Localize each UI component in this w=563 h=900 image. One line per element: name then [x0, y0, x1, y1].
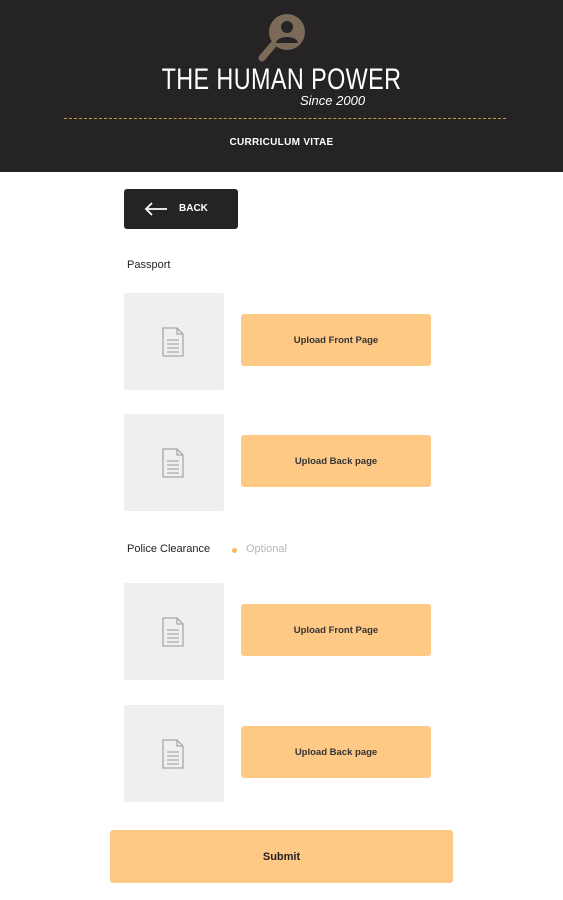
optional-label: Optional — [246, 543, 287, 555]
police-upload-front-button[interactable]: Upload Front Page — [241, 604, 431, 656]
magnifier-person-icon — [258, 14, 305, 62]
passport-back-preview — [124, 414, 224, 511]
document-icon — [162, 617, 184, 647]
brand-name: THE HUMAN POWER — [161, 63, 402, 96]
police-front-preview — [124, 583, 224, 680]
header-divider — [64, 118, 506, 119]
police-back-preview — [124, 705, 224, 802]
passport-upload-front-button[interactable]: Upload Front Page — [241, 314, 431, 366]
police-clearance-label: Police Clearance — [127, 543, 211, 555]
police-upload-back-button[interactable]: Upload Back page — [241, 726, 431, 778]
arrow-left-icon — [144, 202, 167, 216]
optional-dot — [232, 548, 237, 553]
brand-since: Since 2000 — [300, 93, 366, 108]
passport-label: Passport — [127, 259, 171, 271]
passport-upload-back-button[interactable]: Upload Back page — [241, 435, 431, 487]
document-icon — [162, 448, 184, 478]
back-label: BACK — [179, 203, 208, 214]
passport-front-preview — [124, 293, 224, 390]
page-title: CURRICULUM VITAE — [229, 137, 334, 148]
back-button[interactable]: BACK — [124, 189, 238, 229]
app-header: THE HUMAN POWER Since 2000 CURRICULUM VI… — [0, 0, 563, 172]
document-icon — [162, 327, 184, 357]
submit-button[interactable]: Submit — [110, 830, 453, 883]
document-icon — [162, 739, 184, 769]
